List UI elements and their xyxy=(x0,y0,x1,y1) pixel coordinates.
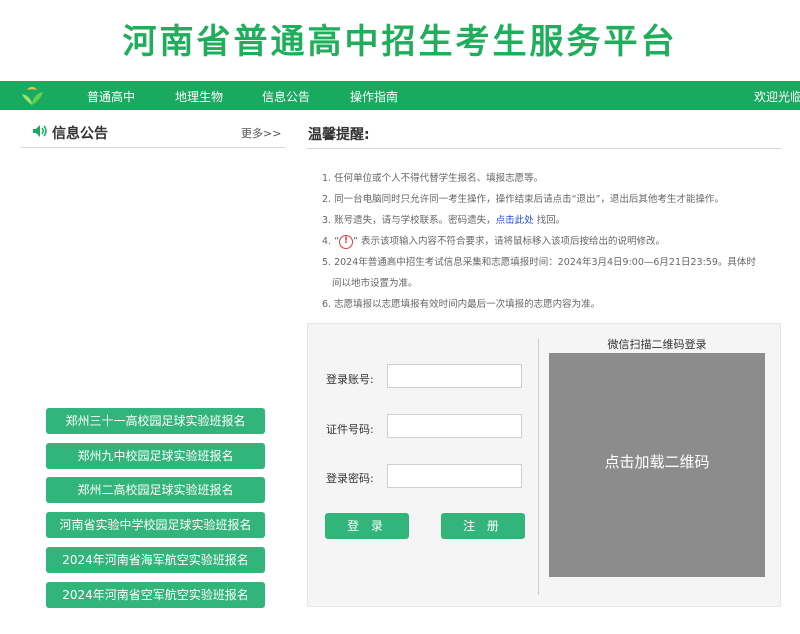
enroll-button-zz31-football[interactable]: 郑州三十一高校园足球实验班报名 xyxy=(46,408,265,434)
tip-item: 4. “!” 表示该项输入内容不符合要求，请将鼠标移入该项后按给出的说明修改。 xyxy=(322,231,780,252)
tip-item: 1. 任何单位或个人不得代替学生报名、填报志愿等。 xyxy=(322,173,544,184)
nav-item-geo-bio[interactable]: 地理生物 xyxy=(175,88,223,105)
notice-header: 温馨提醒: xyxy=(307,121,781,149)
tip-item: 5. 2024年普通高中招生考试信息采集和志愿填报时间：2024年3月4日9:0… xyxy=(322,252,780,294)
tip-text: 间以地市设置为准。 xyxy=(332,278,418,289)
logo-icon[interactable] xyxy=(19,85,45,107)
account-input[interactable] xyxy=(387,364,522,388)
tip-item: 3. 账号遗失，请与学校联系。密码遗失，点击此处 找回。 xyxy=(322,210,780,231)
qr-login-title: 微信扫描二维码登录 xyxy=(607,338,707,351)
enroll-button-navy-aviation[interactable]: 2024年河南省海军航空实验班报名 xyxy=(46,547,265,573)
login-panel: 登录账号: 证件号码: 登录密码: 登 录 注 册 微信扫描二维码登录 点击加载… xyxy=(307,323,781,607)
warning-icon: ! xyxy=(339,234,354,249)
notice-title: 温馨提醒: xyxy=(308,127,370,143)
main-navbar: 普通高中 地理生物 信息公告 操作指南 欢迎光临 xyxy=(0,81,800,110)
tip-item: 2. 同一台电脑同时只允许同一考生操作，操作结束后请点击“退出”，退出后其他考生… xyxy=(322,194,724,205)
enroll-button-zz2-football[interactable]: 郑州二高校园足球实验班报名 xyxy=(46,477,265,503)
tip-item: 6. 志愿填报以志愿填报有效时间内最后一次填报的志愿内容为准。 xyxy=(322,299,601,310)
password-input[interactable] xyxy=(387,464,522,488)
info-panel-header: 信息公告 更多>> xyxy=(20,120,286,148)
tips-list: 1. 任何单位或个人不得代替学生报名、填报志愿等。 2. 同一台电脑同时只允许同… xyxy=(322,168,780,315)
account-label: 登录账号: xyxy=(326,373,374,386)
panel-divider xyxy=(538,339,539,595)
password-label: 登录密码: xyxy=(326,472,374,485)
tip-text: 4. “ xyxy=(322,236,340,247)
nav-item-guide[interactable]: 操作指南 xyxy=(350,88,398,105)
id-number-input[interactable] xyxy=(387,414,522,438)
welcome-text: 欢迎光临 xyxy=(754,90,800,104)
speaker-icon xyxy=(33,125,47,137)
enroll-button-zz9-football[interactable]: 郑州九中校园足球实验班报名 xyxy=(46,443,265,469)
tip-text: 5. 2024年普通高中招生考试信息采集和志愿填报时间：2024年3月4日9:0… xyxy=(322,257,756,268)
id-number-label: 证件号码: xyxy=(326,423,374,436)
recover-password-link[interactable]: 点击此处 xyxy=(496,215,534,226)
site-title: 河南省普通高中招生考生服务平台 xyxy=(122,22,678,62)
enroll-button-airforce-aviation[interactable]: 2024年河南省空军航空实验班报名 xyxy=(46,582,265,608)
nav-item-high-school[interactable]: 普通高中 xyxy=(87,88,135,105)
tip-text: 3. 账号遗失，请与学校联系。密码遗失， xyxy=(322,215,496,226)
enroll-button-experimental-football[interactable]: 河南省实验中学校园足球实验班报名 xyxy=(46,512,265,538)
tip-text: ” 表示该项输入内容不符合要求，请将鼠标移入该项后按给出的说明修改。 xyxy=(353,236,665,247)
info-panel-title: 信息公告 xyxy=(52,126,108,142)
tip-text: 找回。 xyxy=(533,215,566,226)
qr-code-area[interactable]: 点击加载二维码 xyxy=(549,353,765,577)
login-button[interactable]: 登 录 xyxy=(325,513,409,539)
register-button[interactable]: 注 册 xyxy=(441,513,525,539)
nav-item-announcements[interactable]: 信息公告 xyxy=(262,88,310,105)
more-link[interactable]: 更多>> xyxy=(241,125,281,141)
